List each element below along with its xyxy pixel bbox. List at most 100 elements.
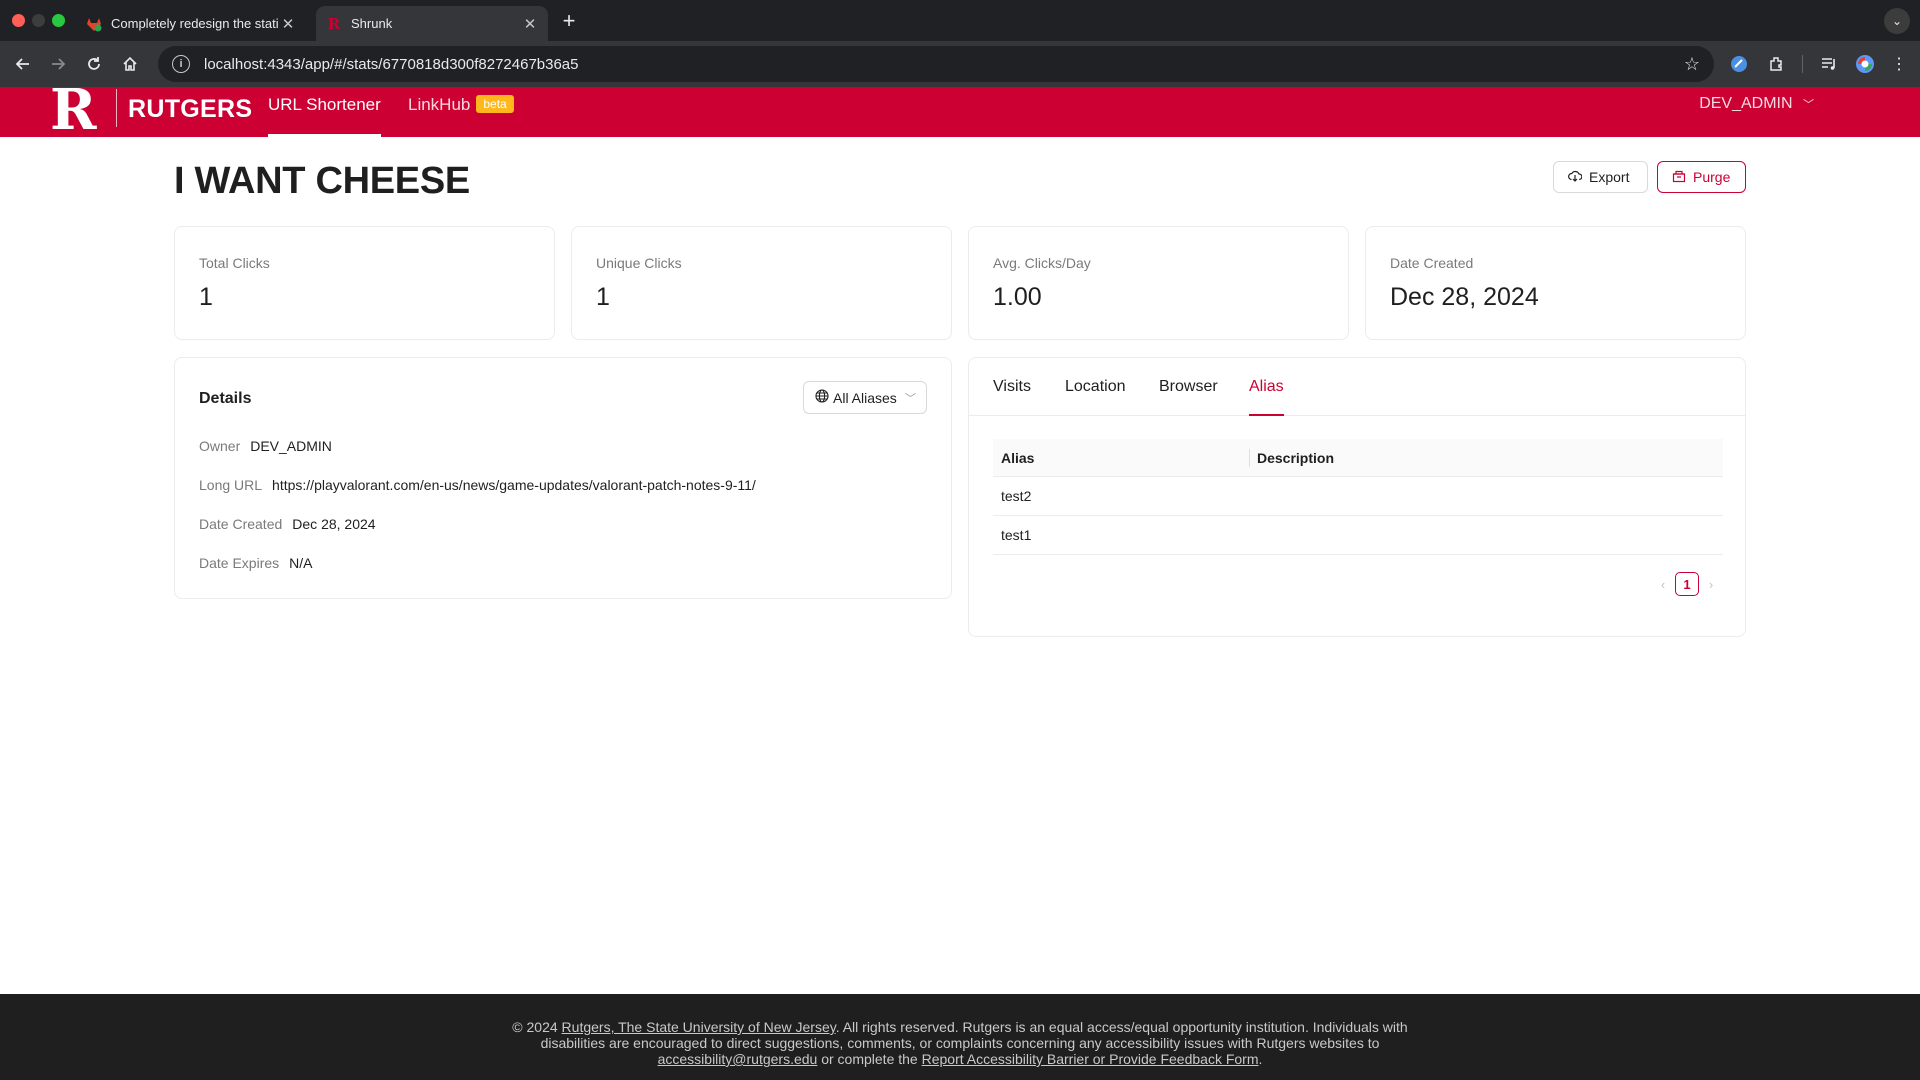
tab-alias[interactable]: Alias (1249, 378, 1284, 416)
media-icon[interactable] (1818, 53, 1840, 75)
bookmark-star-icon[interactable]: ☆ (1684, 54, 1700, 75)
user-name: DEV_ADMIN (1699, 95, 1793, 112)
accessibility-email-link[interactable]: accessibility@rutgers.edu (658, 1051, 818, 1067)
table-header: Alias Description (993, 439, 1723, 477)
new-tab-button[interactable]: + (557, 8, 581, 34)
logo-divider (116, 89, 117, 127)
cloud-download-icon (1568, 169, 1583, 186)
tab-visits[interactable]: Visits (993, 378, 1031, 416)
home-icon[interactable] (119, 53, 141, 75)
profile-icon[interactable] (1854, 53, 1876, 75)
globe-icon (815, 389, 829, 406)
menu-icon[interactable]: ⋮ (1888, 53, 1910, 75)
stat-label: Unique Clicks (596, 255, 682, 271)
tab-title: Shrunk (351, 16, 393, 31)
reload-icon[interactable] (83, 53, 105, 75)
tab-location[interactable]: Location (1065, 378, 1126, 416)
table-row: test2 (993, 477, 1723, 516)
detail-row-date-expires: Date Expires N/A (199, 555, 313, 571)
browser-tab-gitlab[interactable]: Completely redesign the stati ✕ (76, 6, 306, 41)
stat-value: Dec 28, 2024 (1390, 283, 1539, 311)
footer-prefix: © 2024 (512, 1019, 562, 1035)
stat-card-total-clicks: Total Clicks 1 (174, 226, 555, 340)
table-row: test1 (993, 516, 1723, 555)
detail-key: Owner (199, 438, 241, 454)
tab-title: Completely redesign the stati (111, 16, 279, 31)
stat-label: Avg. Clicks/Day (993, 255, 1091, 271)
purge-label: Purge (1693, 169, 1731, 185)
detail-value: Dec 28, 2024 (292, 516, 376, 532)
prev-page-icon[interactable]: ‹ (1651, 577, 1675, 592)
detail-key: Date Expires (199, 555, 280, 571)
page-title: I WANT CHEESE (174, 160, 470, 202)
gitlab-favicon-icon (86, 16, 102, 32)
browser-tab-bar: Completely redesign the stati ✕ R Shrunk… (0, 0, 1920, 41)
stat-card-unique-clicks: Unique Clicks 1 (571, 226, 952, 340)
rutgers-link[interactable]: Rutgers, The State University of New Jer… (562, 1019, 836, 1035)
column-header-description[interactable]: Description (1249, 450, 1723, 466)
site-footer: © 2024 Rutgers, The State University of … (0, 994, 1920, 1080)
footer-suffix: . (1258, 1051, 1263, 1067)
long-url-link[interactable]: https://playvalorant.com/en-us/news/game… (272, 477, 756, 493)
feedback-form-link[interactable]: Report Accessibility Barrier or Provide … (922, 1051, 1259, 1067)
nav-linkhub[interactable]: LinkHub beta (408, 95, 514, 137)
back-icon[interactable] (12, 53, 34, 75)
export-button[interactable]: Export (1553, 161, 1648, 193)
next-page-icon[interactable]: › (1699, 577, 1723, 592)
footer-text-2: or complete the (817, 1051, 922, 1067)
toolbar-divider (1802, 55, 1803, 73)
column-header-alias[interactable]: Alias (993, 450, 1249, 466)
alias-filter-value: All Aliases (833, 389, 897, 406)
analytics-panel: Visits Location Browser Alias Alias Desc… (968, 357, 1746, 637)
browser-toolbar: i localhost:4343/app/#/stats/6770818d300… (0, 41, 1920, 87)
alias-cell: test2 (1001, 488, 1032, 504)
nav-url-shortener[interactable]: URL Shortener (268, 95, 381, 137)
page-1-button[interactable]: 1 (1675, 572, 1699, 596)
beta-badge: beta (476, 95, 514, 113)
site-info-icon[interactable]: i (172, 55, 190, 73)
column-divider (1249, 449, 1250, 467)
detail-row-owner: Owner DEV_ADMIN (199, 438, 332, 454)
alias-filter-select[interactable]: All Aliases ﹀ (803, 381, 927, 414)
stat-card-avg-clicks: Avg. Clicks/Day 1.00 (968, 226, 1349, 340)
stat-label: Total Clicks (199, 255, 270, 271)
stat-card-date-created: Date Created Dec 28, 2024 (1365, 226, 1746, 340)
analytics-tabs: Visits Location Browser Alias (969, 358, 1745, 416)
purge-button[interactable]: Purge (1657, 161, 1746, 193)
close-window-button[interactable] (12, 14, 25, 27)
maximize-window-button[interactable] (52, 14, 65, 27)
stat-value: 1.00 (993, 283, 1042, 311)
tab-browser[interactable]: Browser (1159, 378, 1218, 416)
nav-label: LinkHub (408, 95, 471, 114)
minimize-window-button[interactable] (32, 14, 45, 27)
detail-key: Date Created (199, 516, 283, 532)
export-label: Export (1589, 169, 1630, 185)
alias-cell: test1 (1001, 527, 1032, 543)
footer-text: © 2024 Rutgers, The State University of … (480, 1019, 1440, 1067)
nav-label: URL Shortener (268, 95, 381, 114)
tab-search-button[interactable]: ⌄ (1884, 8, 1910, 34)
address-url[interactable]: localhost:4343/app/#/stats/6770818d300f8… (204, 56, 579, 73)
detail-row-date-created: Date Created Dec 28, 2024 (199, 516, 376, 532)
stat-value: 1 (596, 283, 610, 311)
user-menu[interactable]: DEV_ADMIN ﹀ (1699, 95, 1814, 113)
browser-tab-shrunk[interactable]: R Shrunk ✕ (316, 6, 548, 41)
stat-label: Date Created (1390, 255, 1474, 271)
purge-icon (1672, 169, 1686, 186)
details-title: Details (199, 390, 252, 407)
details-panel: Details All Aliases ﹀ Owner DEV_ADMIN Lon… (174, 357, 952, 599)
extension-blue-icon[interactable] (1728, 53, 1750, 75)
alias-table: Alias Description test2 test1 (993, 439, 1723, 555)
extension-icon[interactable] (1766, 53, 1788, 75)
detail-row-long-url: Long URL https://playvalorant.com/en-us/n… (199, 477, 756, 493)
rutgers-r-logo[interactable]: R (50, 82, 108, 138)
rutgers-logo-text[interactable]: RUTGERS (128, 95, 252, 124)
close-tab-icon[interactable]: ✕ (280, 15, 296, 33)
close-tab-icon[interactable]: ✕ (522, 15, 538, 33)
chevron-down-icon: ﹀ (1803, 99, 1814, 111)
chevron-down-icon: ﹀ (905, 392, 916, 405)
forward-icon[interactable] (47, 53, 69, 75)
detail-value: N/A (289, 555, 313, 571)
address-bar[interactable]: i localhost:4343/app/#/stats/6770818d300… (158, 46, 1714, 82)
rutgers-favicon-icon: R (327, 14, 341, 33)
